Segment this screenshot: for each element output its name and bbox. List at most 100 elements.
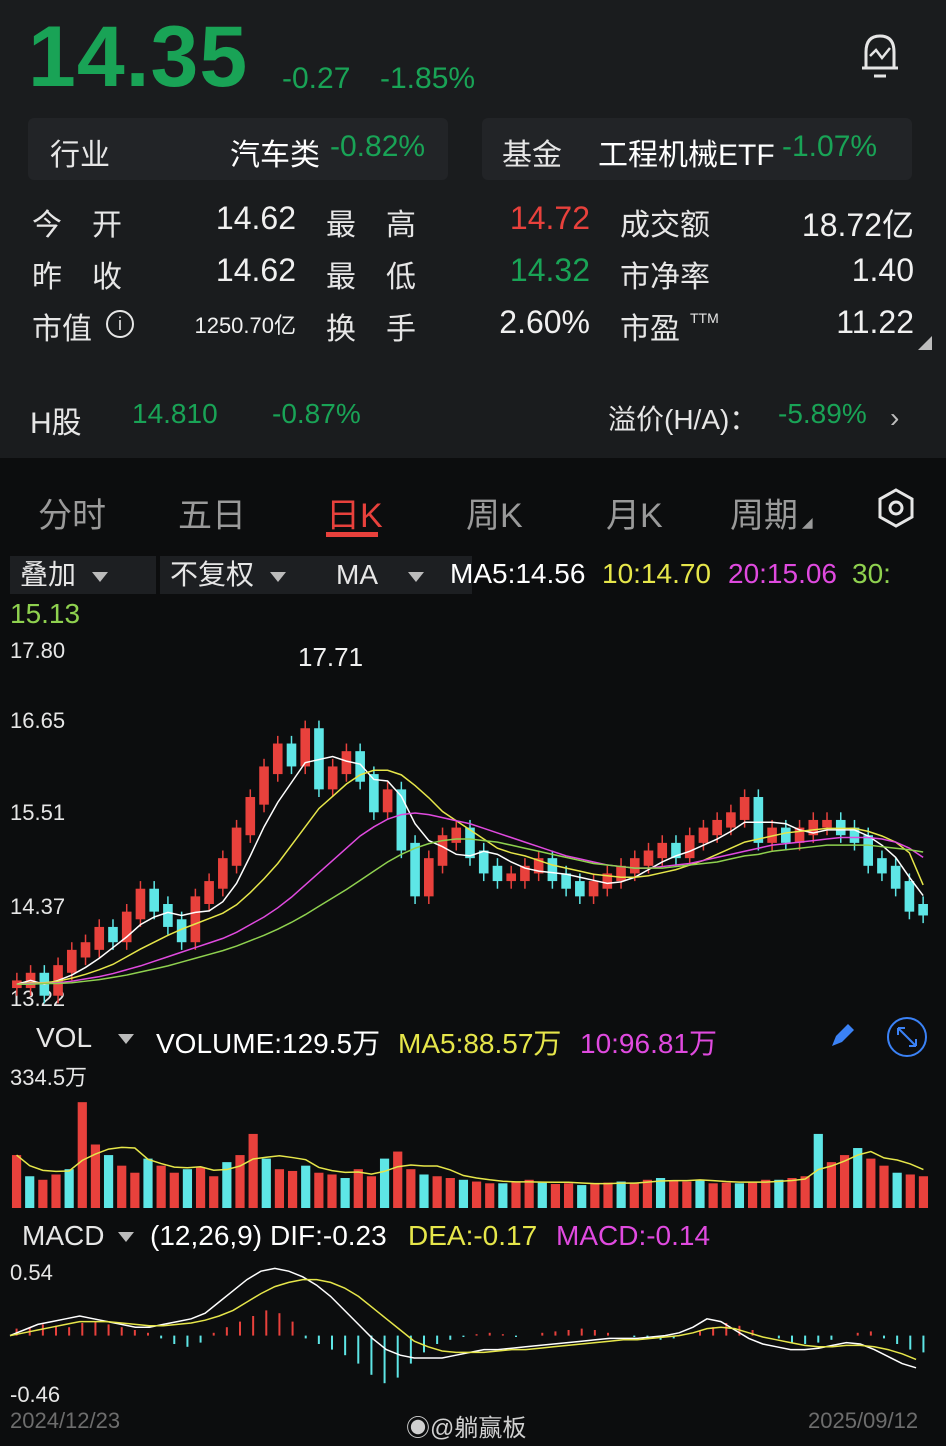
quote-header: 14.35 -0.27 -1.85% 行业 汽车类 -0.82% 基金 工程机械… — [0, 0, 946, 458]
high-value: 14.72 — [509, 200, 590, 236]
candle-body — [863, 835, 874, 866]
tab-period[interactable]: 周期 ◢ — [730, 488, 813, 537]
volume-bar — [721, 1182, 731, 1208]
candle-body — [547, 858, 558, 882]
volume-bar — [156, 1165, 166, 1208]
period-tabs: 分时 五日 日K 周K 月K 周期 ◢ — [0, 470, 946, 550]
volume-bar — [616, 1181, 626, 1208]
volume-bar — [603, 1182, 613, 1208]
mcap-value: 1250.70亿 — [194, 313, 296, 338]
turnrate-label: 换 手 — [326, 313, 416, 346]
volume-bar — [445, 1178, 455, 1208]
volume-bar — [103, 1155, 114, 1208]
candle-body — [451, 827, 462, 843]
volume-bar — [327, 1174, 337, 1208]
tab-intraday[interactable]: 分时 — [38, 488, 106, 537]
macd-readout: MACD:-0.14 — [556, 1220, 711, 1251]
overlay-label: 叠加 — [20, 559, 77, 590]
kline-chart[interactable] — [0, 640, 946, 1010]
industry-box[interactable]: 行业 汽车类 -0.82% — [28, 118, 448, 180]
candle-body — [190, 896, 201, 943]
fullscreen-icon[interactable] — [886, 1016, 928, 1058]
vol-ma5-readout: MA5:88.57万 — [398, 1028, 562, 1059]
volume-bar — [747, 1181, 758, 1208]
watermark-text: @躺赢板 — [430, 1415, 527, 1442]
volume-bar — [485, 1183, 495, 1208]
volume-bar — [301, 1165, 311, 1208]
volume-bar — [761, 1179, 771, 1208]
tab-five-day[interactable]: 五日 — [178, 488, 246, 537]
candle-body — [410, 842, 420, 897]
candle-body — [94, 926, 105, 950]
edit-pencil-icon[interactable] — [828, 1022, 856, 1050]
high-label: 最 高 — [326, 209, 416, 242]
last-price: 14.35 — [28, 9, 249, 105]
volume-bar — [169, 1172, 179, 1208]
volume-bar — [905, 1174, 915, 1208]
volume-bar — [340, 1178, 350, 1208]
volume-bar — [195, 1167, 206, 1208]
macd-chart[interactable] — [0, 1256, 946, 1406]
volume-readout: VOLUME:129.5万 — [156, 1028, 381, 1059]
candle-body — [629, 858, 640, 874]
candle-body — [698, 827, 709, 843]
candle-body — [877, 858, 887, 874]
volume-bar — [209, 1176, 219, 1208]
overlay-dropdown[interactable]: 叠加 — [10, 556, 156, 594]
info-icon[interactable]: i — [106, 310, 134, 338]
volume-bar — [892, 1172, 902, 1208]
industry-pct: -0.82% — [330, 130, 426, 163]
pb-label: 市净率 — [620, 261, 710, 294]
volume-bar — [314, 1172, 324, 1208]
indicator-dropdown[interactable]: MA — [306, 556, 472, 594]
volume-bar — [51, 1174, 61, 1208]
chevron-down-icon[interactable] — [118, 1232, 134, 1242]
macd-label[interactable]: MACD — [22, 1220, 104, 1252]
prev-close-value: 14.62 — [215, 252, 296, 288]
volume-bar — [38, 1179, 48, 1208]
watermark: ◉@躺赢板 — [406, 1408, 526, 1443]
volume-chart[interactable] — [0, 1086, 946, 1210]
chevron-right-icon[interactable]: › — [890, 402, 899, 434]
candle-body — [684, 835, 695, 859]
ma5-readout: MA5:14.56 — [450, 558, 586, 589]
pe-value: 11.22 — [836, 304, 914, 340]
volume-bar — [774, 1179, 784, 1208]
volume-bar — [64, 1169, 74, 1208]
settings-hexagon-icon[interactable] — [876, 488, 916, 528]
volume-bar — [577, 1185, 587, 1208]
candle-body — [272, 743, 283, 775]
candle-body — [424, 858, 434, 897]
indicator-label: MA — [336, 559, 378, 590]
expand-corner-icon[interactable] — [918, 336, 932, 350]
adjust-label: 不复权 — [170, 559, 255, 590]
volume-bar — [695, 1179, 705, 1208]
volume-bar — [590, 1183, 600, 1208]
tab-daily-k[interactable]: 日K — [326, 488, 383, 537]
alert-bell-icon[interactable] — [852, 28, 908, 84]
candle-body — [726, 812, 736, 828]
candle-body — [822, 819, 832, 828]
fund-box[interactable]: 基金 工程机械ETF -1.07% — [482, 118, 912, 180]
ma20-readout: 20:15.06 — [728, 558, 837, 589]
tab-monthly-k[interactable]: 月K — [606, 488, 663, 537]
hshare-pct: -0.87% — [272, 398, 361, 429]
open-label: 今 开 — [32, 209, 122, 242]
prev-close-label: 昨 收 — [32, 261, 122, 294]
tab-weekly-k[interactable]: 周K — [466, 488, 523, 537]
volume-bar — [918, 1176, 929, 1208]
adjust-dropdown[interactable]: 不复权 — [160, 556, 306, 594]
volume-bar — [708, 1183, 718, 1208]
volume-bar — [642, 1179, 653, 1208]
candle-body — [616, 865, 626, 882]
volume-bar — [274, 1169, 285, 1208]
vol-label[interactable]: VOL — [36, 1022, 92, 1054]
candle-body — [66, 949, 77, 973]
candle-body — [327, 766, 338, 790]
candle-body — [204, 881, 214, 905]
ma30-value: 15.13 — [10, 598, 81, 629]
industry-name: 汽车类 — [230, 139, 320, 172]
volume-bar — [563, 1183, 574, 1208]
volume-bar — [393, 1151, 403, 1208]
chevron-down-icon[interactable] — [118, 1034, 134, 1044]
